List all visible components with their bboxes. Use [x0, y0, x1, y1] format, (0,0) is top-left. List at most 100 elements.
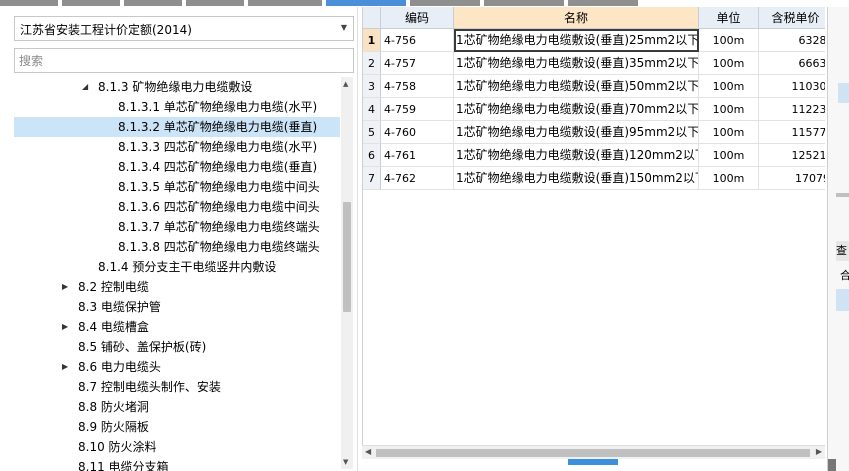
tree-node-label: 8.1.3.6 四芯矿物绝缘电力电缆中间头: [118, 200, 320, 214]
cell-name[interactable]: 1芯矿物绝缘电力电缆敷设(垂直)35mm2以下: [454, 52, 699, 75]
edge-corner-fragment: [828, 459, 836, 471]
table-row[interactable]: 34-7581芯矿物绝缘电力电缆敷设(垂直)50mm2以下100m11030.: [363, 75, 825, 98]
tree-node[interactable]: 8.1.3.8 四芯矿物绝缘电力电缆终端头: [14, 237, 340, 257]
tab-segment[interactable]: [248, 0, 322, 6]
cell-price[interactable]: 17079: [759, 167, 825, 190]
tree-node[interactable]: 8.5 铺砂、盖保护板(砖): [14, 337, 340, 357]
cell-code[interactable]: 4-757: [381, 52, 454, 75]
tree-node[interactable]: 8.3 电缆保护管: [14, 297, 340, 317]
tree-node[interactable]: 8.1.3.1 单芯矿物绝缘电力电缆(水平): [14, 97, 340, 117]
header-unit[interactable]: 单位: [699, 7, 759, 29]
tree-node-label: 8.1.3.7 单芯矿物绝缘电力电缆终端头: [118, 220, 320, 234]
tree-node[interactable]: ▶ 8.6 电力电缆头: [14, 357, 340, 377]
tree-node-label: 8.1.3 矿物绝缘电力电缆敷设: [98, 80, 253, 94]
splitter-handle[interactable]: [568, 459, 618, 465]
expand-arrow-icon[interactable]: ▶: [62, 317, 68, 337]
row-index: 2: [363, 52, 381, 75]
tree-node[interactable]: 8.9 防火隔板: [14, 417, 340, 437]
tab-segment[interactable]: [484, 0, 564, 6]
tree-node[interactable]: 8.1.3.6 四芯矿物绝缘电力电缆中间头: [14, 197, 340, 217]
tree-scroll-thumb[interactable]: [343, 202, 351, 312]
header-code[interactable]: 编码: [381, 7, 454, 29]
cell-name[interactable]: 1芯矿物绝缘电力电缆敷设(垂直)50mm2以下: [454, 75, 699, 98]
cell-unit[interactable]: 100m: [699, 98, 759, 121]
search-box[interactable]: [14, 48, 354, 73]
scroll-up-icon[interactable]: ▲: [343, 80, 348, 88]
table-row[interactable]: 54-7601芯矿物绝缘电力电缆敷设(垂直)95mm2以下100m11577.: [363, 121, 825, 144]
tree-node[interactable]: 8.1.3.2 单芯矿物绝缘电力电缆(垂直): [14, 117, 340, 137]
scroll-down-icon[interactable]: ▼: [343, 458, 348, 466]
tab-segment[interactable]: [124, 0, 182, 6]
tree-node-label: 8.1.3.5 单芯矿物绝缘电力电缆中间头: [118, 180, 320, 194]
table-row[interactable]: 14-7561芯矿物绝缘电力电缆敷设(垂直)25mm2以下100m6328.: [363, 29, 825, 52]
cell-code[interactable]: 4-759: [381, 98, 454, 121]
table-row[interactable]: 64-7611芯矿物绝缘电力电缆敷设(垂直)120mm2以下100m12521.: [363, 144, 825, 167]
cell-name[interactable]: 1芯矿物绝缘电力电缆敷设(垂直)70mm2以下: [454, 98, 699, 121]
scroll-left-icon[interactable]: ◀: [365, 447, 371, 456]
tree-node[interactable]: 8.11 电缆分支箱: [14, 457, 340, 471]
header-price[interactable]: 含税单价: [759, 7, 825, 29]
tree-node[interactable]: ▶ 8.4 电缆槽盒: [14, 317, 340, 337]
cell-unit[interactable]: 100m: [699, 167, 759, 190]
cell-name[interactable]: 1芯矿物绝缘电力电缆敷设(垂直)120mm2以下: [454, 144, 699, 167]
cell-unit[interactable]: 100m: [699, 144, 759, 167]
search-input[interactable]: [15, 49, 353, 72]
cell-unit[interactable]: 100m: [699, 75, 759, 98]
cell-code[interactable]: 4-758: [381, 75, 454, 98]
edge-tab-fragment[interactable]: 查图: [836, 241, 849, 261]
collapse-arrow-icon[interactable]: ◢: [82, 77, 88, 97]
table-row[interactable]: 44-7591芯矿物绝缘电力电缆敷设(垂直)70mm2以下100m11223.: [363, 98, 825, 121]
tree-node[interactable]: 8.1.3.5 单芯矿物绝缘电力电缆中间头: [14, 177, 340, 197]
cell-name[interactable]: 1芯矿物绝缘电力电缆敷设(垂直)95mm2以下: [454, 121, 699, 144]
tree-node-label: 8.3 电缆保护管: [78, 300, 161, 314]
quota-library-dropdown[interactable]: 江苏省安装工程计价定额(2014) ▼: [14, 16, 354, 41]
expand-arrow-icon[interactable]: ▶: [62, 357, 68, 377]
tab-segment[interactable]: [186, 0, 244, 6]
tree-node-label: 8.8 防火堵洞: [78, 400, 149, 414]
tab-segment-active[interactable]: [326, 0, 406, 6]
tree-vertical-scrollbar[interactable]: ▲ ▼: [341, 77, 353, 469]
cell-code[interactable]: 4-762: [381, 167, 454, 190]
tab-segment[interactable]: [0, 0, 58, 6]
cell-code[interactable]: 4-756: [381, 29, 454, 52]
cell-unit[interactable]: 100m: [699, 121, 759, 144]
tree-node[interactable]: 8.1.4 预分支主干电缆竖井内敷设: [14, 257, 340, 277]
cell-code[interactable]: 4-760: [381, 121, 454, 144]
cell-price[interactable]: 6663.: [759, 52, 825, 75]
tree-node[interactable]: 8.7 控制电缆头制作、安装: [14, 377, 340, 397]
tree-node-label: 8.1.3.3 四芯矿物绝缘电力电缆(水平): [118, 140, 318, 154]
cell-unit[interactable]: 100m: [699, 52, 759, 75]
tree-node[interactable]: 8.1.3.3 四芯矿物绝缘电力电缆(水平): [14, 137, 340, 157]
edge-selected-block: [838, 83, 849, 103]
header-name[interactable]: 名称: [454, 7, 699, 29]
table-row[interactable]: 24-7571芯矿物绝缘电力电缆敷设(垂直)35mm2以下100m6663.: [363, 52, 825, 75]
tree-node[interactable]: ◢ 8.1.3 矿物绝缘电力电缆敷设: [14, 77, 340, 97]
quota-library-value: 江苏省安装工程计价定额(2014): [20, 23, 192, 37]
tree-node-label: 8.1.3.2 单芯矿物绝缘电力电缆(垂直): [118, 120, 318, 134]
scroll-right-icon[interactable]: ▶: [816, 447, 822, 456]
tree-node[interactable]: 8.10 防火涂料: [14, 437, 340, 457]
cell-price[interactable]: 11577.: [759, 121, 825, 144]
tree-node[interactable]: 8.8 防火堵洞: [14, 397, 340, 417]
tab-segment[interactable]: [62, 0, 120, 6]
cell-price[interactable]: 6328.: [759, 29, 825, 52]
cell-price[interactable]: 11030.: [759, 75, 825, 98]
cell-price[interactable]: 11223.: [759, 98, 825, 121]
expand-arrow-icon[interactable]: ▶: [62, 277, 68, 297]
tree-node[interactable]: 8.1.3.7 单芯矿物绝缘电力电缆终端头: [14, 217, 340, 237]
cell-unit[interactable]: 100m: [699, 29, 759, 52]
quota-browser-panel: 江苏省安装工程计价定额(2014) ▼ ◢ 8.1.3 矿物绝缘电力电缆敷设 8.1…: [0, 7, 358, 471]
tree-node[interactable]: ▶ 8.2 控制电缆: [14, 277, 340, 297]
table-row[interactable]: 74-7621芯矿物绝缘电力电缆敷设(垂直)150mm2以下100m17079: [363, 167, 825, 190]
cell-code[interactable]: 4-761: [381, 144, 454, 167]
tree-node-label: 8.11 电缆分支箱: [78, 460, 169, 471]
cell-name[interactable]: 1芯矿物绝缘电力电缆敷设(垂直)25mm2以下: [454, 29, 699, 52]
tab-segment[interactable]: [568, 0, 638, 6]
grid-scroll-thumb[interactable]: [376, 449, 810, 457]
tree-node[interactable]: 8.1.3.4 四芯矿物绝缘电力电缆(垂直): [14, 157, 340, 177]
cell-name[interactable]: 1芯矿物绝缘电力电缆敷设(垂直)150mm2以下: [454, 167, 699, 190]
grid-horizontal-scrollbar[interactable]: ◀ ▶: [362, 445, 825, 459]
row-index: 5: [363, 121, 381, 144]
cell-price[interactable]: 12521.: [759, 144, 825, 167]
tab-segment[interactable]: [410, 0, 480, 6]
